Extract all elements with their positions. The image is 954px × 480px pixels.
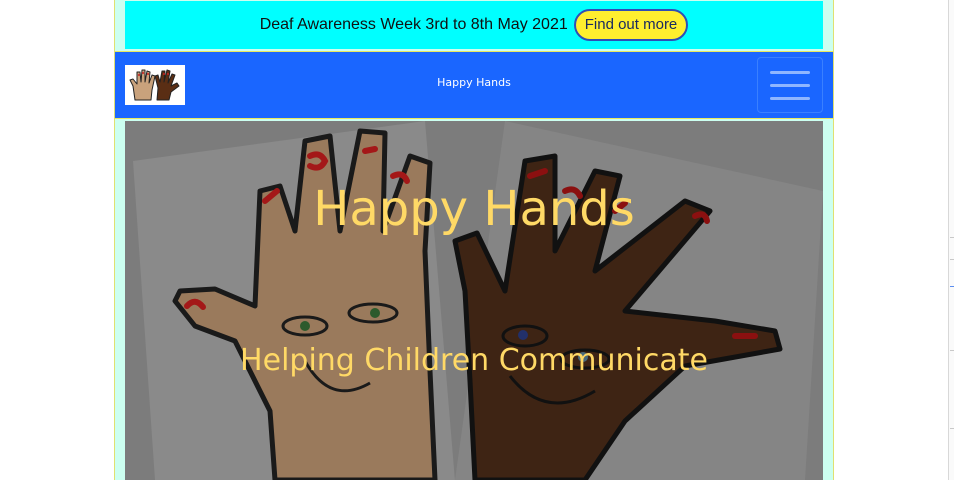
announcement-text: Deaf Awareness Week 3rd to 8th May 2021 (259, 16, 568, 33)
hamburger-menu-icon[interactable] (757, 57, 823, 113)
page-edge-mark (950, 259, 954, 260)
page-edge (948, 0, 954, 480)
page-edge-mark (950, 350, 954, 351)
page-container: Deaf Awareness Week 3rd to 8th May 2021 … (114, 0, 834, 480)
hero-title: Happy Hands (313, 181, 635, 237)
navbar-brand[interactable]: Happy Hands (115, 76, 833, 89)
page-edge-mark (950, 286, 954, 287)
find-out-more-button[interactable]: Find out more (573, 9, 689, 41)
hero-section: Happy Hands Helping Children Communicate (125, 121, 823, 480)
hamburger-bar (770, 83, 810, 87)
hamburger-bar (770, 96, 810, 100)
cartoon-hands-image (133, 121, 823, 480)
page-edge-mark (950, 428, 954, 429)
announcement-banner: Deaf Awareness Week 3rd to 8th May 2021 … (125, 1, 823, 49)
page-edge-mark (950, 237, 954, 238)
navbar: Happy Hands (115, 51, 833, 119)
hamburger-bar (770, 70, 810, 74)
hero-subtitle: Helping Children Communicate (240, 343, 708, 378)
